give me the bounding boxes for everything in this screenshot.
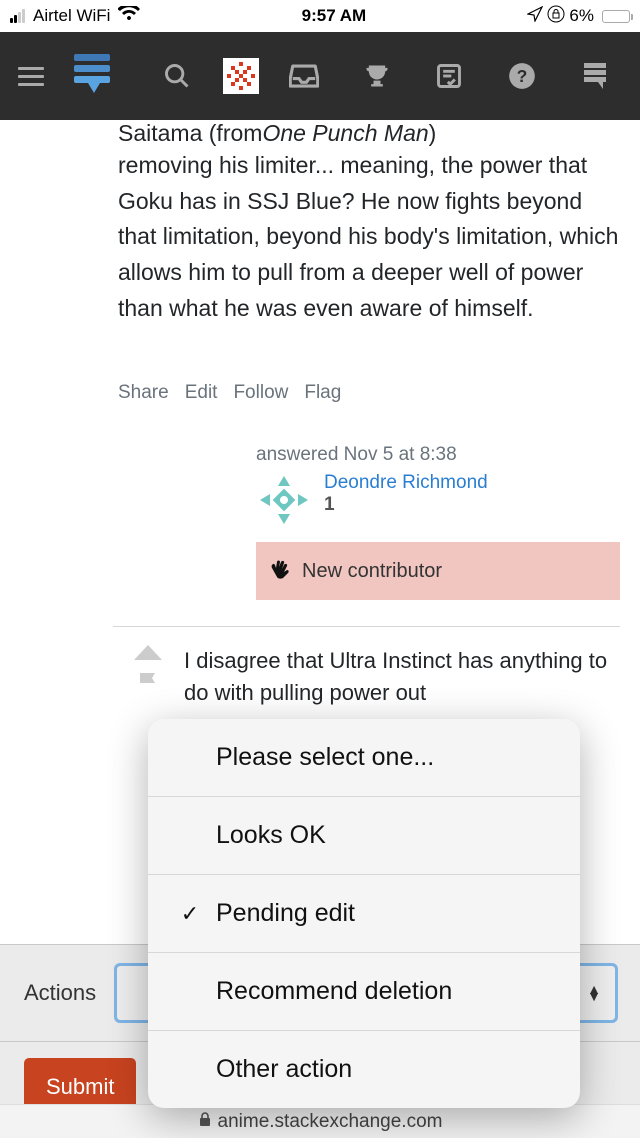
comment: I disagree that Ultra Instinct has anyth… [118,645,620,709]
edit-link[interactable]: Edit [185,382,218,404]
dropdown-item-pending-edit[interactable]: ✓Pending edit [148,875,580,953]
follow-link[interactable]: Follow [233,382,288,404]
signal-icon [10,9,25,23]
review-icon[interactable] [434,60,465,92]
divider [113,626,620,627]
dropdown-item-looks-ok[interactable]: ✓Looks OK [148,797,580,875]
dropdown-title[interactable]: ✓Please select one... [148,719,580,797]
user-card: answered Nov 5 at 8:38 Deondre Richmond … [256,444,620,600]
actions-dropdown: ✓Please select one... ✓Looks OK ✓Pending… [148,719,580,1108]
wave-icon [268,556,292,586]
new-contributor-badge: New contributor [256,542,620,600]
orientation-lock-icon [547,5,565,28]
select-arrows-icon: ▲▼ [587,986,601,1000]
help-icon[interactable]: ? [507,60,538,92]
search-icon[interactable] [162,60,193,92]
site-logo[interactable] [70,48,114,105]
inbox-icon[interactable] [289,60,320,92]
status-bar: Airtel WiFi 9:57 AM 6% [0,0,640,32]
lock-icon [198,1111,212,1133]
answer-avatar[interactable] [256,472,312,528]
time-label: 9:57 AM [302,6,367,26]
post-body: removing his limiter... meaning, the pow… [118,148,620,326]
post-action-links: Share Edit Follow Flag [118,382,620,404]
stackexchange-icon[interactable] [579,60,610,92]
actions-label: Actions [24,980,96,1006]
comment-upvote-icon[interactable] [134,645,162,660]
carrier-label: Airtel WiFi [33,6,110,26]
svg-text:?: ? [517,66,528,86]
battery-percent: 6% [569,6,594,26]
menu-button[interactable] [18,62,44,91]
user-avatar-button[interactable] [223,58,259,94]
top-bar: ? [0,32,640,120]
browser-url-bar[interactable]: anime.stackexchange.com [0,1104,640,1138]
flag-link[interactable]: Flag [304,382,341,404]
post-content: Saitama (from One Punch Man) removing hi… [0,120,640,709]
new-contributor-label: New contributor [302,560,442,583]
url-text: anime.stackexchange.com [218,1111,443,1133]
comment-flag-icon[interactable] [137,670,159,702]
dropdown-item-recommend-deletion[interactable]: ✓Recommend deletion [148,953,580,1031]
wifi-icon [118,6,140,27]
comment-text: I disagree that Ultra Instinct has anyth… [184,645,620,709]
dropdown-item-other-action[interactable]: ✓Other action [148,1031,580,1108]
truncated-prev-line: Saitama (from One Punch Man) [118,120,620,148]
user-name-link[interactable]: Deondre Richmond [324,472,488,494]
share-link[interactable]: Share [118,382,169,404]
achievements-icon[interactable] [361,60,392,92]
user-reputation: 1 [324,494,488,516]
battery-icon [602,10,630,23]
location-icon [527,6,543,27]
answered-time: answered Nov 5 at 8:38 [256,444,620,466]
